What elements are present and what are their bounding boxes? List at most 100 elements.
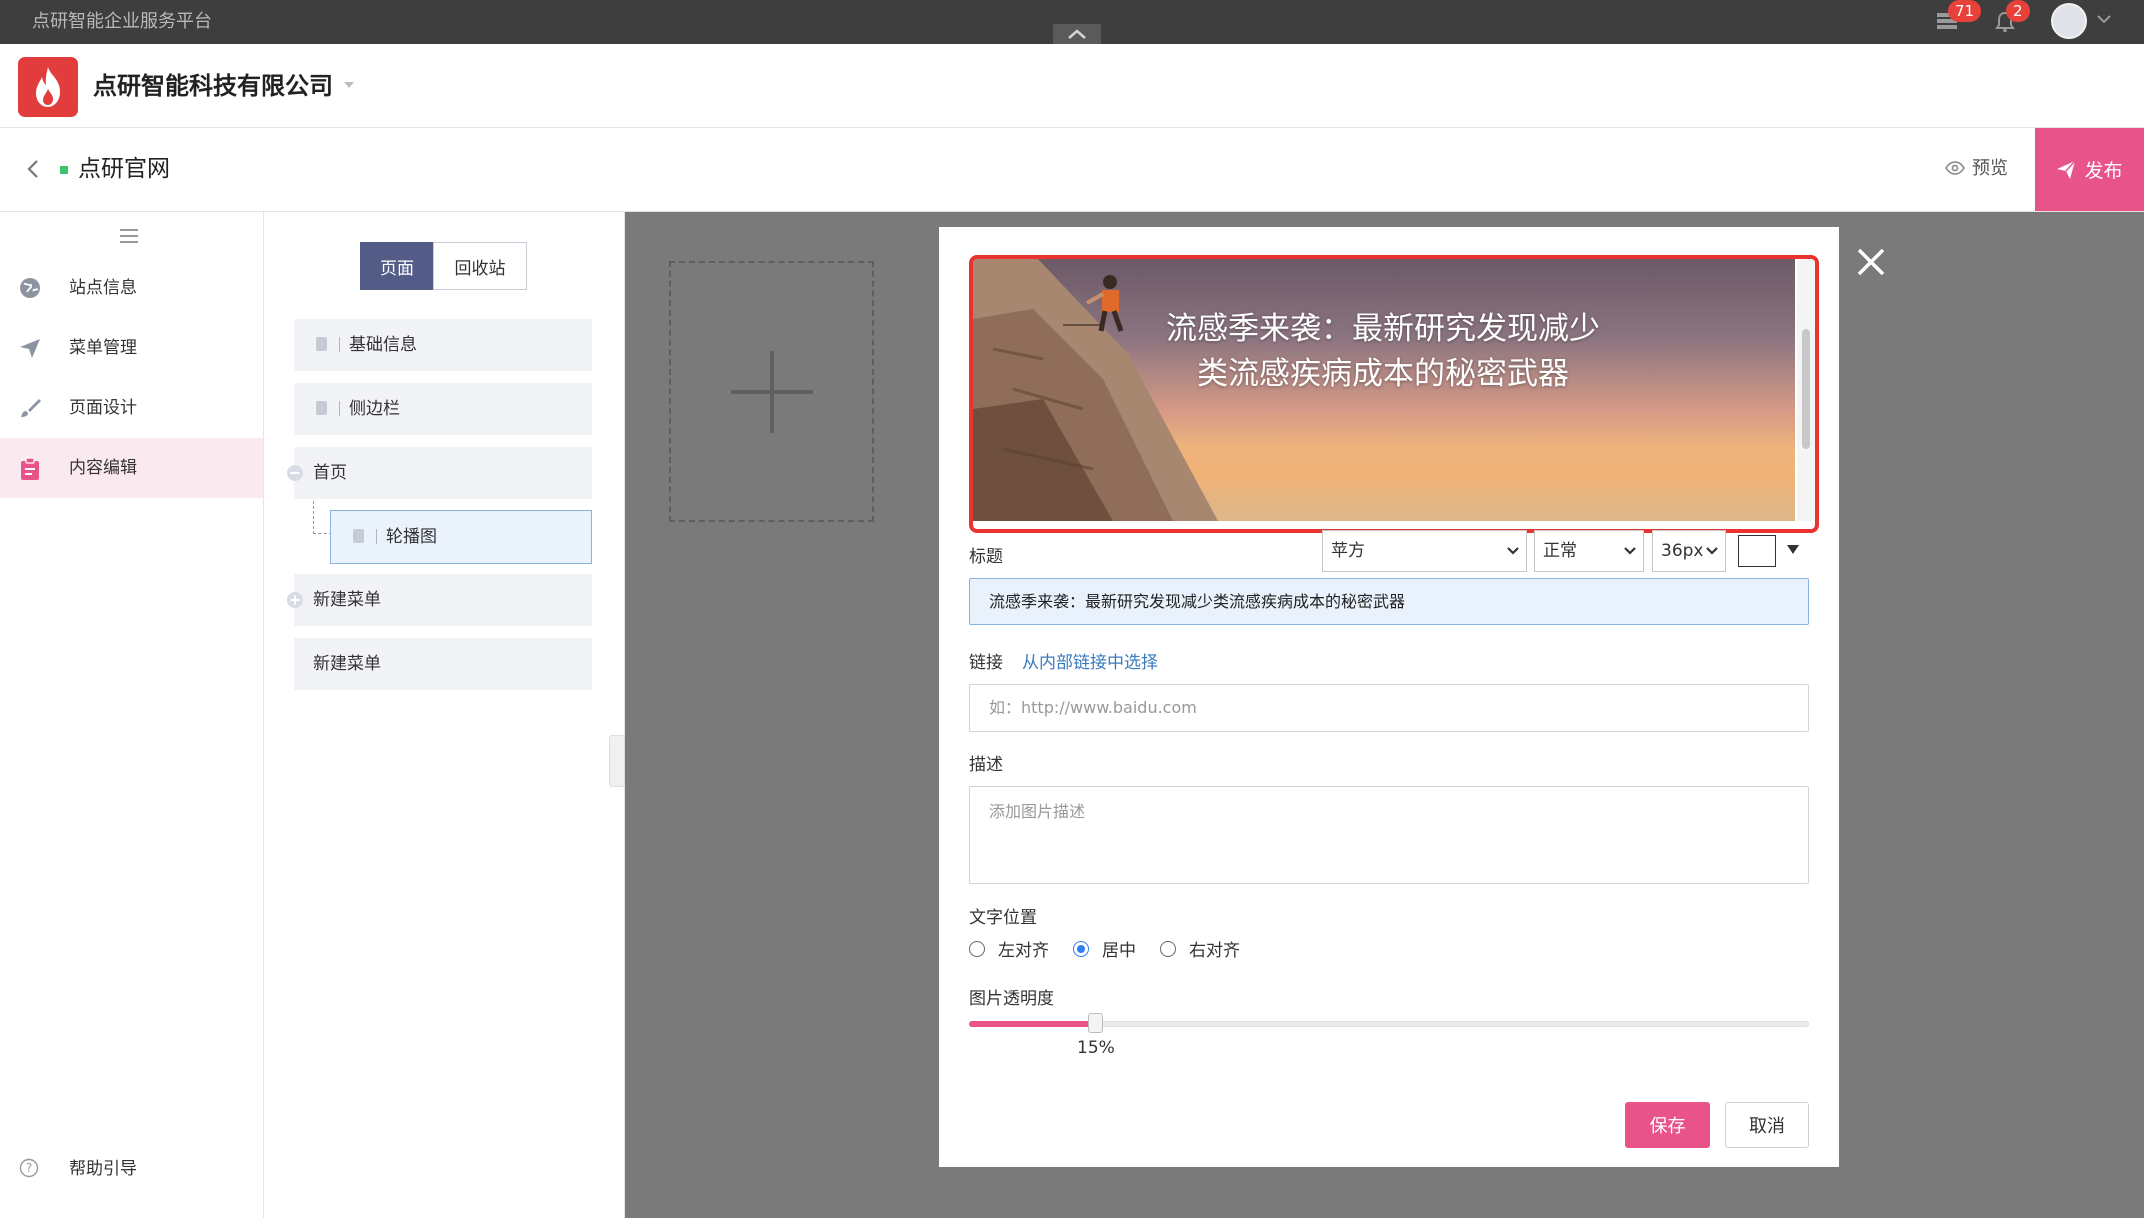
help-icon: ? (19, 1158, 39, 1178)
platform-title: 点研智能企业服务平台 (32, 11, 212, 32)
chevron-down-icon (1507, 547, 1519, 555)
sidebar-item-label: 站点信息 (69, 278, 137, 298)
eye-icon (1945, 160, 1965, 176)
font-size-select[interactable]: 36px (1652, 530, 1726, 572)
link-input-placeholder: 如：http://www.baidu.com (989, 698, 1197, 717)
preview-button[interactable]: 预览 (1972, 149, 2008, 189)
banner-image: 流感季来袭：最新研究发现减少类流感疾病成本的秘密武器 (973, 259, 1795, 521)
plus-icon (730, 350, 813, 433)
tree-item-new-menu[interactable]: 新建菜单 (287, 574, 592, 626)
add-block-button[interactable] (669, 261, 874, 522)
tree-item-label: 首页 (313, 463, 347, 483)
document-icon (316, 337, 327, 351)
title-input[interactable]: 流感季来袭：最新研究发现减少类流感疾病成本的秘密武器 (969, 578, 1809, 625)
font-weight-value: 正常 (1543, 541, 1577, 561)
messages-badge: 71 (1948, 0, 1982, 22)
sidebar-item-label: 页面设计 (69, 398, 137, 418)
title-input-value: 流感季来袭：最新研究发现减少类流感疾病成本的秘密武器 (989, 592, 1406, 611)
close-button[interactable] (1851, 242, 1891, 282)
link-label: 链接 (969, 653, 1003, 673)
font-size-value: 36px (1661, 541, 1704, 561)
font-family-value: 苹方 (1331, 541, 1365, 561)
banner-preview[interactable]: 流感季来袭：最新研究发现减少类流感疾病成本的秘密武器 (969, 255, 1819, 533)
radio-label: 居中 (1102, 941, 1136, 961)
sidebar-help[interactable]: ? 帮助引导 (0, 1139, 263, 1199)
tree-item-new-menu-2[interactable]: 新建菜单 (294, 638, 592, 690)
color-picker-toggle[interactable] (1786, 542, 1800, 556)
tree-item-basic-info[interactable]: 基础信息 (294, 319, 592, 371)
collapse-icon[interactable] (286, 464, 304, 482)
font-weight-select[interactable]: 正常 (1534, 530, 1644, 572)
flame-icon (36, 67, 60, 107)
chevron-down-icon (2097, 15, 2111, 24)
caret-down-icon (344, 82, 354, 88)
sidebar-item-menu-management[interactable]: 菜单管理 (0, 318, 263, 378)
menu-icon (120, 229, 138, 243)
opacity-slider-handle[interactable] (1088, 1013, 1103, 1033)
color-swatch[interactable] (1738, 535, 1776, 567)
publish-button[interactable]: 发布 (2035, 128, 2144, 211)
tree-item-label: 新建菜单 (313, 654, 381, 674)
document-icon (316, 401, 327, 415)
site-name: 点研官网 (78, 156, 170, 182)
clipboard-icon (21, 457, 39, 480)
site-bar (0, 128, 2144, 212)
sidebar-item-label: 菜单管理 (69, 338, 137, 358)
close-icon (1857, 248, 1885, 276)
banner-title: 流感季来袭：最新研究发现减少类流感疾病成本的秘密武器 (1166, 311, 1600, 392)
tree-item-label: 基础信息 (349, 335, 417, 355)
tab-pages[interactable]: 页面 (360, 242, 434, 290)
expand-icon[interactable] (286, 591, 304, 609)
tree-item-label: 轮播图 (386, 527, 437, 547)
sidebar-item-site-info[interactable]: 站点信息 (0, 258, 263, 318)
avatar[interactable] (2051, 3, 2087, 39)
description-placeholder: 添加图片描述 (989, 802, 1086, 821)
tree-item-sidebar[interactable]: 侧边栏 (294, 383, 592, 435)
globe-icon (20, 278, 40, 298)
send-icon (20, 339, 40, 358)
chevron-down-icon (1706, 547, 1718, 555)
svg-text:?: ? (26, 1161, 32, 1175)
collapse-topbar-button[interactable] (1053, 24, 1101, 44)
banner-scrollbar[interactable] (1797, 259, 1815, 521)
user-menu-chevron[interactable] (2096, 12, 2112, 26)
radio-label: 左对齐 (998, 941, 1049, 961)
link-input[interactable]: 如：http://www.baidu.com (969, 684, 1809, 732)
opacity-value: 15% (1077, 1038, 1115, 1058)
sidebar-item-content-edit[interactable]: 内容编辑 (0, 438, 263, 498)
company-logo (18, 57, 78, 117)
document-icon (353, 529, 364, 543)
help-label: 帮助引导 (69, 1159, 137, 1179)
caret-down-icon (1787, 545, 1799, 554)
sidebar-item-page-design[interactable]: 页面设计 (0, 378, 263, 438)
opacity-label: 图片透明度 (969, 989, 1054, 1009)
opacity-slider-fill (969, 1021, 1095, 1027)
title-label: 标题 (969, 547, 1003, 567)
tree-item-label: 侧边栏 (349, 399, 400, 419)
chevron-up-icon (1068, 29, 1086, 39)
description-textarea[interactable]: 添加图片描述 (969, 786, 1809, 884)
brush-icon (21, 399, 41, 417)
send-icon (2057, 159, 2077, 179)
publish-label: 发布 (2084, 160, 2123, 182)
sidebar-toggle[interactable] (120, 228, 138, 244)
cancel-button[interactable]: 取消 (1725, 1102, 1809, 1148)
text-position-label: 文字位置 (969, 908, 1037, 928)
back-button[interactable] (24, 158, 42, 180)
company-switch-caret[interactable] (343, 80, 355, 90)
chevron-left-icon (27, 160, 38, 178)
tree-item-home[interactable]: 首页 (287, 447, 592, 499)
font-family-select[interactable]: 苹方 (1322, 530, 1527, 572)
company-name[interactable]: 点研智能科技有限公司 (93, 66, 333, 106)
internal-link-button[interactable]: 从内部链接中选择 (1022, 648, 1158, 678)
site-status-dot (60, 166, 68, 174)
sidebar-item-label: 内容编辑 (69, 458, 137, 478)
description-label: 描述 (969, 755, 1003, 775)
tree-item-carousel[interactable]: 轮播图 (330, 510, 592, 564)
panel-resize-handle[interactable] (609, 735, 625, 787)
save-button[interactable]: 保存 (1625, 1102, 1710, 1148)
chevron-down-icon (1624, 547, 1636, 555)
tree-item-label: 新建菜单 (313, 590, 381, 610)
tab-recycle-bin[interactable]: 回收站 (433, 242, 527, 290)
radio-label: 右对齐 (1189, 941, 1240, 961)
